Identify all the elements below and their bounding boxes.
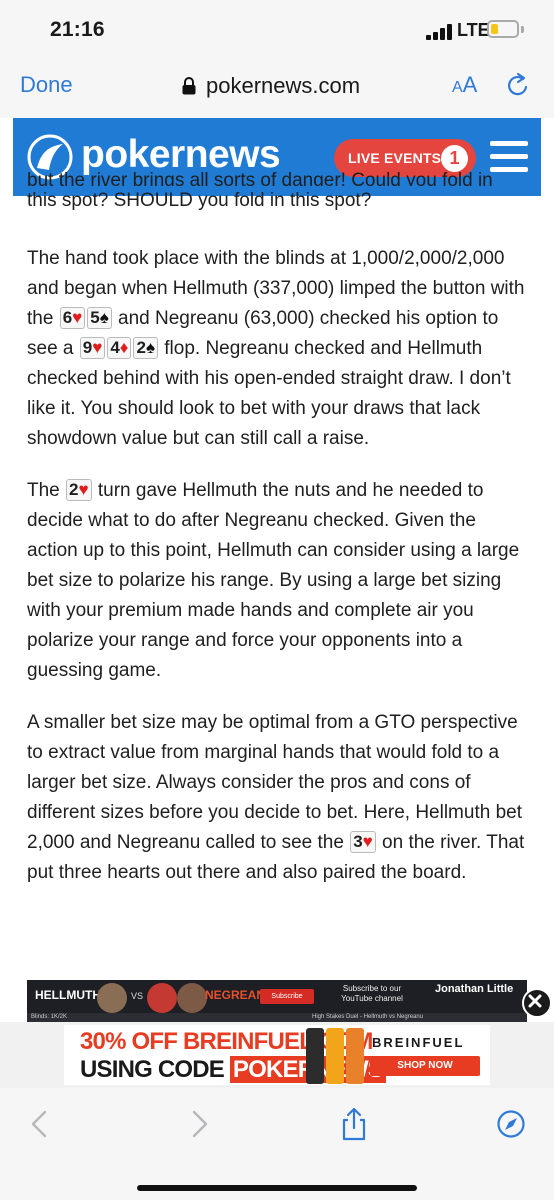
- browser-toolbar: [0, 1088, 554, 1200]
- battery-icon: [487, 20, 519, 38]
- subscribe-text: Subscribe to our YouTube channel: [341, 984, 403, 1003]
- browser-bar: Done pokernews.com AA: [0, 62, 554, 118]
- battery-tip: [521, 26, 524, 33]
- close-ad-icon[interactable]: [522, 988, 552, 1018]
- forward-icon[interactable]: [184, 1106, 214, 1142]
- player-avatar-right: [147, 983, 177, 1013]
- done-button[interactable]: Done: [20, 72, 73, 98]
- back-icon[interactable]: [25, 1106, 55, 1142]
- url-text: pokernews.com: [206, 73, 361, 98]
- video-vs: VS: [131, 991, 144, 1001]
- ad-brand: BREINFUEL: [372, 1035, 465, 1050]
- drink-can-image: [326, 1028, 344, 1084]
- youtube-subscribe-button[interactable]: Subscribe: [260, 989, 314, 1004]
- article-body: but the river brings all sorts of danger…: [27, 170, 527, 910]
- text-size-button[interactable]: AA: [452, 72, 477, 98]
- channel-name: Jonathan Little: [435, 983, 514, 995]
- status-time: 21:16: [50, 18, 105, 41]
- cut-off-line: but the river brings all sorts of danger…: [27, 170, 493, 186]
- share-icon[interactable]: [339, 1106, 369, 1142]
- compass-icon[interactable]: [496, 1106, 526, 1142]
- status-bar: 21:16 LTE: [0, 0, 554, 62]
- article-paragraph-1: The hand took place with the blinds at 1…: [27, 248, 525, 449]
- live-events-label: LIVE EVENTS: [348, 150, 442, 166]
- ad-banner[interactable]: 30% OFF BREINFUEL.COM USING CODE POKERNE…: [0, 1022, 554, 1088]
- signal-icon: [426, 24, 454, 40]
- card-5-spades: 5♠: [87, 307, 112, 329]
- article-paragraph-3: A smaller bet size may be optimal from a…: [27, 712, 525, 883]
- article-paragraph-2: The 2♥ turn gave Hellmuth the nuts and h…: [27, 479, 520, 681]
- network-label: LTE: [457, 20, 490, 40]
- shop-now-button[interactable]: SHOP NOW: [370, 1056, 480, 1076]
- video-duel-title: High Stakes Duel - Hellmuth vs Negreanu: [312, 1014, 424, 1020]
- ad-content[interactable]: 30% OFF BREINFUEL.COM USING CODE POKERNE…: [64, 1025, 490, 1085]
- card-9-hearts: 9♥: [79, 337, 106, 359]
- video-thumbnail[interactable]: HELLMUTH VS NEGREANU Subscribe Subscribe…: [27, 980, 527, 1022]
- card-2-spades: 2♠: [133, 337, 158, 359]
- reload-icon[interactable]: [505, 72, 531, 100]
- player-avatar-right-2: [177, 983, 207, 1013]
- video-left-name: HELLMUTH: [35, 988, 101, 1002]
- player-avatar-left: [97, 983, 127, 1013]
- video-info-strip: Blinds: 1K/2K High Stakes Duel - Hellmut…: [27, 1013, 527, 1022]
- drink-can-image: [306, 1028, 324, 1084]
- video-blinds: Blinds: 1K/2K: [31, 1014, 68, 1020]
- card-2-hearts: 2♥: [66, 479, 92, 501]
- lock-icon: [182, 77, 196, 95]
- card-4-diamonds: 4♦: [107, 337, 132, 359]
- card-3-hearts: 3♥: [350, 831, 376, 853]
- article-paragraph-0: but the river brings all sorts of danger…: [27, 166, 527, 216]
- card-6-hearts: 6♥: [59, 307, 86, 329]
- home-indicator[interactable]: [137, 1185, 417, 1191]
- address-bar[interactable]: pokernews.com: [182, 72, 360, 100]
- drink-can-image: [346, 1028, 364, 1084]
